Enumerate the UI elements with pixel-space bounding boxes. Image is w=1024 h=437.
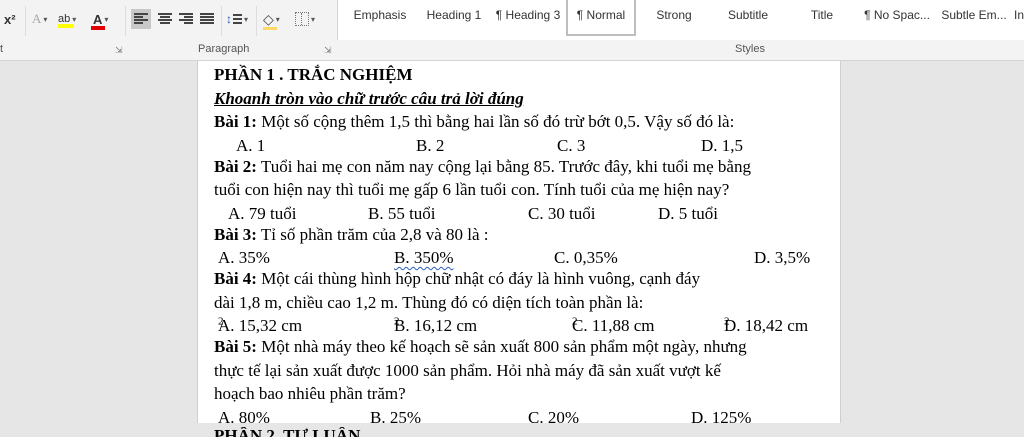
option-b: B. 2 [416,135,445,155]
style-item-label: Subtle Em... [941,8,1007,22]
question-3: Bài 3: Tỉ số phần trăm của 2,8 và 80 là … [214,224,489,244]
ribbon: x² A ▾ ab ▾ A ▾ ↕ ▾ ◇ ▾ ▾ t ⇲ Paragraph ⇲ Sty… [0,0,1024,61]
line-spacing-icon[interactable]: ↕ ▾ [226,9,248,29]
option-c: C. 3 [557,135,586,155]
style-item[interactable]: ¶ Heading 3 [490,0,566,40]
font-color-icon[interactable]: A ▾ [91,9,108,30]
option-a: A. 15,32 cm 2 [218,315,303,335]
style-item[interactable]: ¶ No Spac... [858,0,936,40]
question-5: Bài 5: Một nhà máy theo kế hoạch sẽ sản … [214,337,747,356]
question-4-cont: dài 1,8 m, chiều cao 1,2 m. Thùng đó có … [214,292,644,312]
question-4: Bài 4: Một cái thùng hình hộp chữ nhật c… [214,269,701,288]
question-5-options: A. 80% B. 25% C. 20% D. 125% [214,406,836,427]
font-dialog-launcher-icon[interactable]: ⇲ [115,45,123,56]
text-effects-icon[interactable]: A ▾ [32,9,47,29]
option-d: D. 1,5 [701,135,744,155]
divider [221,6,222,36]
align-left-icon[interactable] [131,9,151,29]
document-page: PHẦN 1 . TRẮC NGHIỆM Khoanh tròn vào chữ… [197,61,841,437]
style-item-label: In [1013,8,1024,22]
option-b: B. 25% [370,407,421,427]
question-2: Bài 2: Tuổi hai mẹ con năm nay cộng lại … [214,156,751,176]
style-item[interactable]: Subtle Em... [936,0,1012,40]
question-4-options: A. 15,32 cm 2 B. 16,12 cm 2 C. 11,88 cm 2 D… [214,314,836,335]
style-item-label: ¶ Heading 3 [495,8,561,22]
divider [125,6,126,36]
option-d: D. 3,5% [754,248,811,267]
style-item-label: Subtitle [727,8,769,22]
superscript-button[interactable]: x² [4,9,16,29]
option-c: C. 30 tuổi [528,203,596,223]
option-d: D. 125% [691,407,752,427]
divider [25,6,26,36]
option-d: D. 5 tuổi [658,203,718,223]
option-a: A. 79 tuổi [228,203,297,223]
option-b: B. 55 tuổi [368,203,436,223]
question-5-cont: thực tế lại sản xuất được 1000 sản phẩm.… [214,360,721,380]
instruction-text: Khoanh tròn vào chữ trước câu trả lời đú… [214,88,524,108]
style-item-label: Heading 1 [426,8,482,22]
option-a: A. 80% [218,407,270,427]
style-item[interactable]: Strong [640,0,708,40]
align-right-icon[interactable] [176,9,196,29]
align-center-icon[interactable] [155,9,175,29]
paragraph-group-label: Paragraph [198,43,250,55]
divider [256,6,257,36]
style-item-label: Emphasis [353,8,407,22]
option-b: B. 16,12 cm 2 [394,315,478,335]
option-a: A. 1 [236,135,266,155]
question-2-cont: tuổi con hiện nay thì tuổi mẹ gấp 6 lần … [214,180,730,199]
option-c: C. 20% [528,407,579,427]
option-c: C. 0,35% [554,248,618,267]
question-5-cont-2: hoạch bao nhiêu phần trăm? [214,384,406,403]
style-item[interactable]: Heading 1 [418,0,490,40]
style-item[interactable]: Title [790,0,854,40]
style-item-label: Strong [656,8,692,22]
question-1-options: A. 1 B. 2 C. 3 D. 1,5 [214,134,836,155]
style-item[interactable]: Subtitle [710,0,786,40]
option-c: C. 11,88 cm 2 [572,315,655,335]
option-a: A. 35% [218,248,270,267]
highlight-icon[interactable]: ab ▾ [58,9,76,29]
style-item[interactable]: Emphasis [346,0,414,40]
style-item-label: ¶ Normal [576,8,626,22]
question-1: Bài 1: Một số cộng thêm 1,5 thì bằng hai… [214,112,735,131]
justify-icon[interactable] [197,9,217,29]
shading-icon[interactable]: ◇ ▾ [263,9,280,30]
style-item-label: ¶ No Spac... [864,8,930,22]
paragraph-dialog-launcher-icon[interactable]: ⇲ [324,45,332,56]
style-item[interactable]: ¶ Normal [566,0,636,36]
section-heading: PHẦN 1 . TRẮC NGHIỆM [214,65,413,84]
question-3-options: A. 35% B. 350% C. 0,35% D. 3,5% [214,246,836,267]
borders-icon[interactable]: ▾ [295,9,315,29]
styles-group-label: Styles [735,43,765,55]
option-b: B. 350% [394,248,454,267]
style-item[interactable]: In [1012,0,1024,40]
style-item-label: Title [810,8,834,22]
option-d: D. 18,42 cm 2 [724,315,809,335]
question-2-options: A. 79 tuổi B. 55 tuổi C. 30 tuổi D. 5 tu… [214,202,836,223]
document-body[interactable]: PHẦN 1 . TRẮC NGHIỆM Khoanh tròn vào chữ… [214,63,836,437]
font-group-label: t [0,43,4,55]
